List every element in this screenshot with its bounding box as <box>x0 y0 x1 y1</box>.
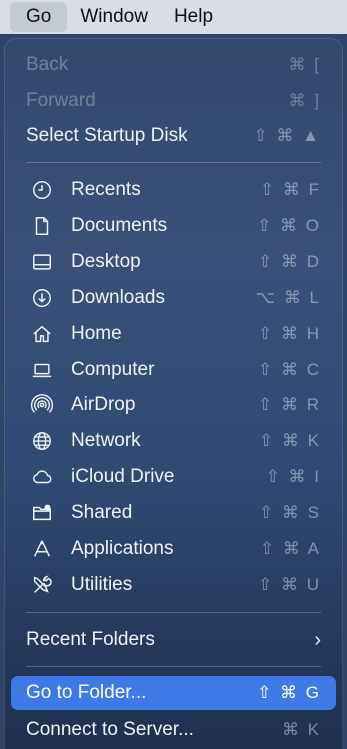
menubar-go[interactable]: Go <box>10 2 68 32</box>
menu-item-recents[interactable]: Recents ⇧ ⌘ F <box>4 173 343 207</box>
menu-item-connect-to-server[interactable]: Connect to Server... ⌘ K <box>4 713 343 747</box>
menu-item-label: iCloud Drive <box>71 466 175 487</box>
menu-bar: Go Window Help <box>0 0 347 34</box>
menu-item-shortcut: ⌘ ] <box>288 91 321 110</box>
menu-item-network[interactable]: Network ⇧ ⌘ K <box>4 424 343 458</box>
menu-item-shortcut: ⌘ K <box>281 720 321 739</box>
menu-item-shortcut: ⇧ ⌘ R <box>258 395 321 414</box>
menu-item-shortcut: ⇧ ⌘ O <box>257 216 321 235</box>
laptop-icon <box>30 358 54 382</box>
menu-item-label: Forward <box>26 90 96 111</box>
desktop-icon <box>30 250 54 274</box>
cloud-icon <box>30 465 54 489</box>
globe-icon <box>30 429 54 453</box>
tools-icon <box>30 573 54 597</box>
shared-folder-icon <box>30 501 54 525</box>
menu-item-label: Recents <box>71 179 141 200</box>
menu-separator <box>26 666 321 667</box>
go-menu: Back ⌘ [ Forward ⌘ ] Select Startup Disk… <box>4 38 343 749</box>
menu-item-go-to-folder[interactable]: Go to Folder... ⇧ ⌘ G <box>11 676 336 710</box>
menu-item-label: Downloads <box>71 287 165 308</box>
download-icon <box>30 286 54 310</box>
home-icon <box>30 322 54 346</box>
menubar-window[interactable]: Window <box>67 2 161 32</box>
menu-item-label: Utilities <box>71 574 133 595</box>
menu-item-desktop[interactable]: Desktop ⇧ ⌘ D <box>4 245 343 279</box>
menu-item-label: Connect to Server... <box>26 719 194 740</box>
menu-item-shortcut: ⌘ [ <box>288 55 321 74</box>
menu-item-airdrop[interactable]: AirDrop ⇧ ⌘ R <box>4 388 343 422</box>
menu-item-utilities[interactable]: Utilities ⇧ ⌘ U <box>4 568 343 602</box>
menu-item-label: Home <box>71 323 122 344</box>
menu-item-label: Computer <box>71 359 155 380</box>
menu-item-forward: Forward ⌘ ] <box>4 84 343 118</box>
menu-item-shortcut: ⇧ ⌘ A <box>259 539 321 558</box>
menu-item-label: Select Startup Disk <box>26 125 188 146</box>
menu-item-label: Desktop <box>71 251 141 272</box>
airdrop-icon <box>30 393 54 417</box>
menu-item-shortcut: ⇧ ⌘ H <box>258 324 321 343</box>
menu-item-shortcut: ⇧ ⌘ I <box>265 467 321 486</box>
document-icon <box>30 214 54 238</box>
menu-item-recent-folders[interactable]: Recent Folders › <box>4 623 343 657</box>
menu-item-shortcut: ⇧ ⌘ K <box>258 431 321 450</box>
menu-item-label: Documents <box>71 215 168 236</box>
menu-item-label: Applications <box>71 538 174 559</box>
menu-item-label: Go to Folder... <box>26 682 147 703</box>
menu-item-select-startup-disk[interactable]: Select Startup Disk ⇧ ⌘ ▲ <box>4 119 343 153</box>
menu-item-documents[interactable]: Documents ⇧ ⌘ O <box>4 209 343 243</box>
menu-separator <box>26 612 321 613</box>
menu-item-shortcut: ⇧ ⌘ U <box>258 575 321 594</box>
menu-item-label: Shared <box>71 502 133 523</box>
menu-item-label: Network <box>71 430 141 451</box>
menu-item-shared[interactable]: Shared ⇧ ⌘ S <box>4 496 343 530</box>
menu-item-shortcut: ⇧ ⌘ G <box>257 683 321 702</box>
menu-item-label: AirDrop <box>71 394 136 415</box>
menubar-help[interactable]: Help <box>161 2 226 32</box>
menu-item-applications[interactable]: Applications ⇧ ⌘ A <box>4 532 343 566</box>
menu-item-downloads[interactable]: Downloads ⌥ ⌘ L <box>4 281 343 315</box>
menu-item-shortcut: ⇧ ⌘ C <box>258 360 321 379</box>
menu-item-shortcut: ⇧ ⌘ ▲ <box>253 126 321 145</box>
menu-item-shortcut: ⇧ ⌘ F <box>259 180 321 199</box>
menu-item-computer[interactable]: Computer ⇧ ⌘ C <box>4 353 343 387</box>
menu-item-label: Back <box>26 54 69 75</box>
menu-separator <box>26 162 321 163</box>
menu-item-home[interactable]: Home ⇧ ⌘ H <box>4 317 343 351</box>
menu-item-shortcut: ⇧ ⌘ S <box>258 503 321 522</box>
chevron-right-icon: › <box>314 628 321 651</box>
menu-item-shortcut: ⇧ ⌘ D <box>258 252 321 271</box>
clock-icon <box>30 178 54 202</box>
menu-item-back: Back ⌘ [ <box>4 48 343 82</box>
menu-item-icloud-drive[interactable]: iCloud Drive ⇧ ⌘ I <box>4 460 343 494</box>
menu-item-label: Recent Folders <box>26 629 155 650</box>
applications-icon <box>30 537 54 561</box>
menu-item-shortcut: ⌥ ⌘ L <box>255 288 321 307</box>
